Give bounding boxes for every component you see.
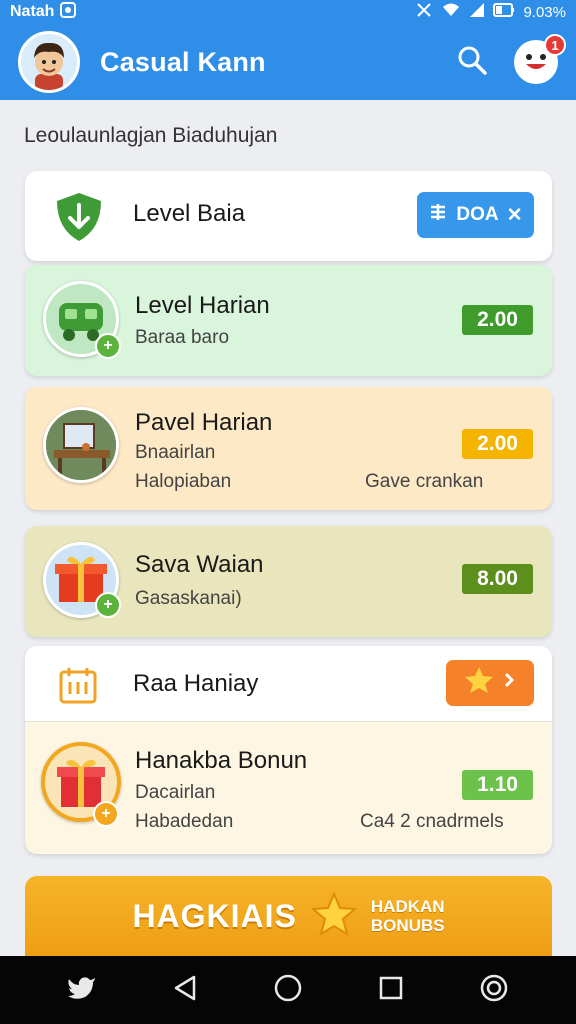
card-note: Gave crankan xyxy=(365,471,484,492)
calendar-icon xyxy=(57,664,99,711)
bonus-group-card: Raa Haniay + Hanakba Bonun Dacairlan Hab… xyxy=(25,646,552,854)
carrier-label: Natah xyxy=(10,3,55,20)
star-forward-button[interactable] xyxy=(446,660,534,706)
battery-text: 9.03% xyxy=(523,3,566,21)
plus-badge-icon: + xyxy=(95,592,121,618)
system-nav-bar xyxy=(0,956,576,1024)
app-notification-icon xyxy=(60,1,77,23)
notification-badge: 1 xyxy=(544,34,566,56)
profile-face-button[interactable]: 1 xyxy=(514,34,566,84)
card-title: Sava Waian xyxy=(135,551,264,578)
card-subtitle-2: Habadedan xyxy=(135,811,234,832)
recents-square-icon xyxy=(378,975,404,1006)
plus-badge-icon: + xyxy=(93,801,119,827)
back-button[interactable] xyxy=(163,968,207,1012)
close-icon: ✕ xyxy=(506,204,523,226)
twitter-button[interactable] xyxy=(60,968,104,1012)
wifi-icon xyxy=(441,2,461,22)
avatar[interactable] xyxy=(18,31,80,93)
value-pill: 1.10 xyxy=(462,770,533,800)
card-title: Level Harian xyxy=(135,292,270,319)
assistant-icon xyxy=(479,973,509,1008)
chevron-right-icon xyxy=(502,672,516,694)
doa-button[interactable]: DOA ✕ xyxy=(417,192,534,238)
assistant-button[interactable] xyxy=(472,968,516,1012)
section-heading: Leoulaunlagjan Biaduhujan xyxy=(24,124,278,147)
nfc-icon xyxy=(415,2,433,22)
banner-title: HAGKIAIS xyxy=(132,897,297,934)
app-bar: Casual Kann 1 xyxy=(0,24,576,100)
card-note: Ca4 2 cnadrmels xyxy=(360,811,504,832)
value-pill: 2.00 xyxy=(462,429,533,459)
star-icon xyxy=(464,666,494,700)
banner-side-text: HADKAN BONUBS xyxy=(371,897,445,935)
card-subtitle: Dacairlan xyxy=(135,782,216,803)
card-title: Raa Haniay xyxy=(133,670,259,697)
value-pill: 2.00 xyxy=(462,305,533,335)
banner-side-line-1: HADKAN xyxy=(370,897,445,916)
signal-icon xyxy=(469,2,485,22)
bird-icon xyxy=(67,975,97,1006)
desk-photo-icon xyxy=(43,407,119,483)
home-circle-icon xyxy=(273,973,303,1008)
card-subtitle: Baraa baro xyxy=(135,327,230,348)
hanakba-bonun-row[interactable]: + Hanakba Bonun Dacairlan Habadedan 1.10… xyxy=(25,723,552,854)
back-triangle-icon xyxy=(172,974,198,1007)
plus-badge-icon: + xyxy=(95,333,121,359)
home-button[interactable] xyxy=(266,968,310,1012)
list-icon xyxy=(428,202,448,228)
search-button[interactable] xyxy=(452,42,492,82)
card-subtitle-2: Halopiaban xyxy=(135,471,232,492)
level-card-2[interactable]: + Level Harian Baraa baro 2.00 xyxy=(25,265,552,376)
app-title: Casual Kann xyxy=(100,46,266,77)
value-pill: 8.00 xyxy=(462,564,533,594)
level-card-3[interactable]: Pavel Harian Bnaairlan Halopiaban 2.00 G… xyxy=(25,387,552,510)
star-icon xyxy=(310,890,358,941)
raa-haniay-row[interactable]: Raa Haniay xyxy=(25,646,552,722)
card-subtitle: Bnaairlan xyxy=(135,442,216,463)
banner-side-line-2: BONUBS xyxy=(370,916,445,935)
level-card-4[interactable]: + Sava Waian Gasaskanai) 8.00 xyxy=(25,526,552,637)
doa-label: DOA xyxy=(456,204,499,225)
battery-icon xyxy=(493,2,515,22)
recents-button[interactable] xyxy=(369,968,413,1012)
status-bar: Natah 9.03% xyxy=(0,0,576,24)
card-title: Hanakba Bonun xyxy=(135,747,308,774)
level-card-1[interactable]: Level Baia DOA ✕ xyxy=(25,171,552,261)
card-title: Level Baia xyxy=(133,200,246,227)
search-icon xyxy=(456,44,488,81)
bonus-banner[interactable]: HAGKIAIS HADKAN BONUBS xyxy=(25,876,552,956)
green-shield-icon xyxy=(53,191,105,248)
card-title: Pavel Harian xyxy=(135,409,273,436)
card-subtitle: Gasaskanai) xyxy=(135,588,242,609)
